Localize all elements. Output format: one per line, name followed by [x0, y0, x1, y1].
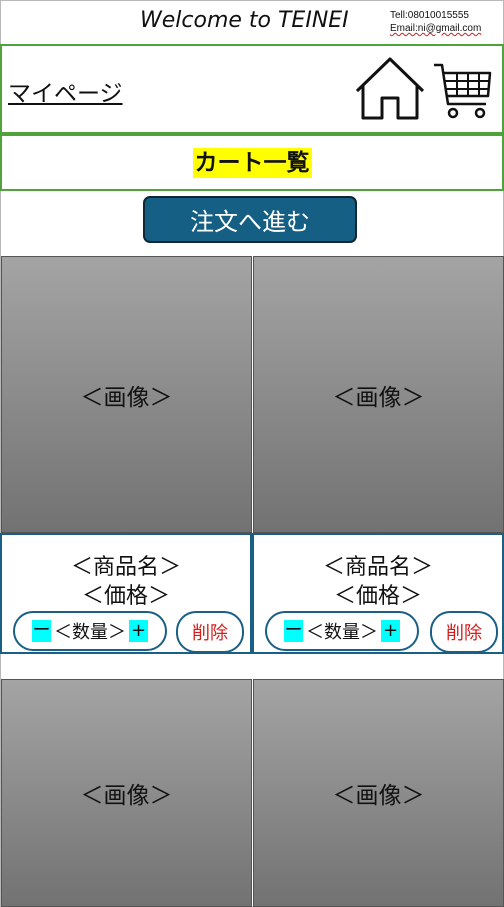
delete-button[interactable]: 削除: [430, 611, 498, 653]
product-name: ＜商品名＞: [322, 555, 433, 580]
product-image[interactable]: ＜画像＞: [253, 679, 504, 907]
header: Welcome to TEINEI Tell:08010015555 Email…: [0, 0, 504, 44]
contact-tel: Tell:08010015555: [390, 10, 469, 21]
product-card-info: ＜商品名＞ ＜価格＞ ー ＜数量＞ + 削除: [252, 533, 504, 654]
product-price: ＜価格＞: [81, 584, 170, 609]
quantity-stepper: ー ＜数量＞ +: [265, 611, 419, 651]
contact-email[interactable]: Email:ni@gmail.com: [390, 22, 481, 35]
product-card-info: ＜商品名＞ ＜価格＞ ー ＜数量＞ + 削除: [0, 533, 252, 654]
product-image[interactable]: ＜画像＞: [1, 679, 252, 907]
decrease-button[interactable]: ー: [284, 620, 303, 642]
mypage-link[interactable]: マイページ: [8, 74, 123, 108]
increase-button[interactable]: +: [129, 620, 148, 642]
product-name: ＜商品名＞: [70, 555, 181, 580]
cart-title-bar: カート一覧: [0, 134, 504, 191]
delete-button[interactable]: 削除: [176, 611, 244, 653]
product-image[interactable]: ＜画像＞: [1, 256, 252, 533]
quantity-label: ＜数量＞: [54, 622, 126, 643]
increase-button[interactable]: +: [381, 620, 400, 642]
cart-icon[interactable]: [432, 60, 494, 122]
quantity-label: ＜数量＞: [306, 622, 378, 643]
contact-info: Tell:08010015555 Email:ni@gmail.com: [390, 9, 481, 35]
product-price: ＜価格＞: [333, 584, 422, 609]
home-icon[interactable]: [354, 56, 426, 122]
nav-bar: マイページ: [0, 44, 504, 134]
cart-title: カート一覧: [192, 147, 312, 178]
welcome-title: Welcome to TEINEI: [140, 8, 349, 33]
decrease-button[interactable]: ー: [32, 620, 51, 642]
proceed-to-order-button[interactable]: 注文へ進む: [143, 196, 357, 243]
product-image[interactable]: ＜画像＞: [253, 256, 504, 533]
quantity-stepper: ー ＜数量＞ +: [13, 611, 167, 651]
